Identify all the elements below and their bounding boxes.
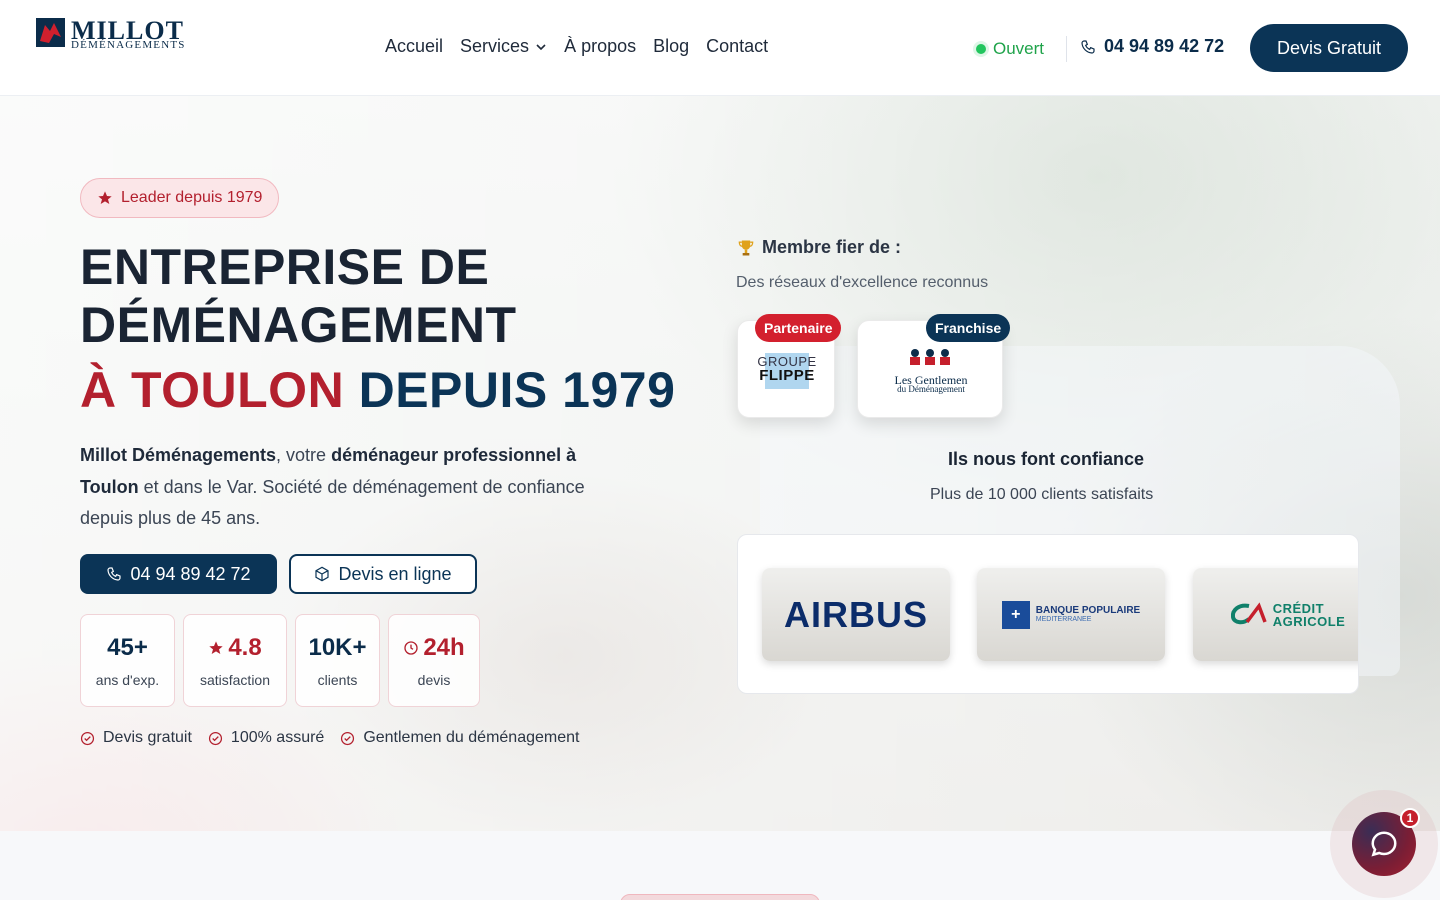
guarantee-label: Devis gratuit (103, 729, 192, 746)
lead-text-2: et dans le Var. Société de déménagement … (138, 476, 585, 497)
next-section-badge (620, 894, 820, 900)
stat-label: devis (417, 671, 451, 688)
header-phone-link[interactable]: 04 94 89 42 72 (1080, 36, 1224, 57)
stat-value: 45+ (107, 633, 148, 661)
main-nav: Accueil Services À propos Blog Contact (385, 36, 768, 57)
networks-title-label: Membre fier de : (762, 237, 902, 257)
stat-experience: 45+ ans d'exp. (80, 614, 175, 707)
client-logo-airbus: AIRBUS (762, 568, 950, 661)
banque-populaire-line1: BANQUE POPULAIRE (1035, 605, 1141, 616)
leader-badge: Leader depuis 1979 (80, 178, 280, 218)
devis-en-ligne-button[interactable]: Devis en ligne (289, 554, 477, 594)
hero-title-red: À TOULON (80, 362, 345, 418)
logo-mark-icon (36, 18, 65, 47)
stat-label: clients (317, 671, 358, 688)
call-phone-label: 04 94 89 42 72 (130, 563, 251, 584)
call-phone-button[interactable]: 04 94 89 42 72 (80, 554, 277, 594)
chevron-down-icon (536, 43, 546, 50)
phone-icon (1081, 39, 1095, 54)
status-dot-icon (976, 44, 986, 54)
stat-value: 24h (423, 633, 465, 661)
devis-en-ligne-label: Devis en ligne (338, 563, 452, 584)
box-icon (315, 566, 330, 582)
nav-contact[interactable]: Contact (706, 36, 768, 57)
client-logo-banque-populaire: + BANQUE POPULAIRE MEDITERRANEE (977, 568, 1165, 661)
next-section (0, 831, 1440, 900)
trust-title: Ils nous font confiance (948, 449, 1145, 469)
nav-blog[interactable]: Blog (653, 36, 689, 57)
credit-agricole-line1: CRÉDIT (1272, 600, 1325, 616)
open-status: Ouvert (976, 39, 1044, 59)
guarantee-item: 100% assuré (208, 729, 324, 747)
airbus-logo-text: AIRBUS (783, 593, 928, 635)
flippe-logo-bottom: FLIPPE (759, 367, 815, 384)
hero-title-highlight: À TOULON DEPUIS 1979 (80, 360, 675, 420)
stat-value: 10K+ (308, 633, 367, 661)
banque-populaire-mark-icon: + (1001, 600, 1030, 629)
nav-a-propos[interactable]: À propos (564, 36, 636, 57)
franchise-tag: Franchise (926, 314, 1011, 342)
phone-icon (107, 567, 122, 581)
trust-subtitle: Plus de 10 000 clients satisfaits (930, 486, 1154, 503)
hero-title-line2: DÉMÉNAGEMENT (80, 297, 517, 353)
header-divider (1066, 36, 1067, 62)
chat-unread-badge: 1 (1400, 808, 1420, 828)
clock-icon (404, 640, 418, 655)
hero-title-line1: ENTREPRISE DE (80, 239, 490, 295)
guarantee-label: Gentlemen du déménagement (363, 729, 580, 746)
lead-text-1: , votre (276, 445, 332, 465)
banque-populaire-line2: MEDITERRANEE (1035, 616, 1092, 623)
stat-value: 4.8 (228, 633, 262, 661)
logo-subtitle: DÉMÉNAGEMENTS (71, 39, 186, 51)
stat-devis: 24h devis (388, 614, 480, 707)
devis-gratuit-button[interactable]: Devis Gratuit (1250, 24, 1408, 72)
stat-value-time: 24h (403, 633, 465, 662)
trophy-icon (738, 240, 754, 255)
hero-lead: Millot Déménagements, votre déménageur p… (80, 440, 640, 535)
credit-agricole-mark-icon (1230, 601, 1267, 624)
stats-row: 45+ ans d'exp. 4.8 satisfaction 10K+ cli… (80, 614, 480, 707)
guarantee-item: Devis gratuit (80, 729, 192, 747)
check-circle-icon (208, 731, 222, 745)
lead-text-3: depuis plus de 45 ans. (80, 508, 261, 528)
nav-accueil[interactable]: Accueil (385, 36, 443, 57)
networks-title: Membre fier de : (736, 237, 901, 258)
partner-tag: Partenaire (755, 314, 842, 342)
client-logo-credit-agricole: CRÉDIT AGRICOLE (1193, 568, 1358, 661)
star-icon (98, 191, 112, 204)
stat-satisfaction: 4.8 satisfaction (183, 614, 287, 707)
networks-subtitle: Des réseaux d'excellence reconnus (736, 274, 989, 291)
check-circle-icon (80, 731, 95, 745)
guarantee-label: 100% assuré (230, 729, 325, 746)
site-header: MILLOT DÉMÉNAGEMENTS Accueil Services À … (0, 0, 1440, 96)
gentlemen-logo-bottom: du Déménagement (897, 384, 965, 394)
nav-services-label: Services (460, 36, 530, 56)
hero-title-navy: DEPUIS 1979 (358, 362, 676, 418)
stat-clients: 10K+ clients (295, 614, 380, 707)
stat-value-rating: 4.8 (208, 633, 262, 662)
hero-title: ENTREPRISE DE DÉMÉNAGEMENT (80, 238, 517, 354)
lead-strong-2: Toulon (80, 476, 139, 497)
nav-services[interactable]: Services (460, 36, 547, 57)
star-icon (209, 640, 223, 654)
logo-title: MILLOT (71, 16, 184, 45)
header-phone-number: 04 94 89 42 72 (1104, 36, 1225, 56)
credit-agricole-line2: AGRICOLE (1272, 613, 1346, 629)
open-status-label: Ouvert (993, 39, 1045, 58)
stat-label: satisfaction (199, 671, 271, 688)
lead-brand: Millot Déménagements (80, 445, 277, 465)
logo[interactable]: MILLOT DÉMÉNAGEMENTS (36, 18, 186, 51)
clients-carousel[interactable]: AIRBUS + BANQUE POPULAIRE MEDITERRANEE C… (737, 534, 1359, 694)
gentlemen-logo-icon (910, 349, 950, 365)
chat-bubble-icon (1371, 831, 1397, 857)
check-circle-icon (341, 731, 355, 745)
leader-badge-label: Leader depuis 1979 (121, 189, 263, 206)
guarantees-list: Devis gratuit 100% assuré Gentlemen du d… (80, 729, 579, 747)
lead-strong-1: déménageur professionnel à (331, 445, 577, 465)
stat-label: ans d'exp. (95, 671, 160, 688)
guarantee-item: Gentlemen du déménagement (340, 729, 579, 747)
